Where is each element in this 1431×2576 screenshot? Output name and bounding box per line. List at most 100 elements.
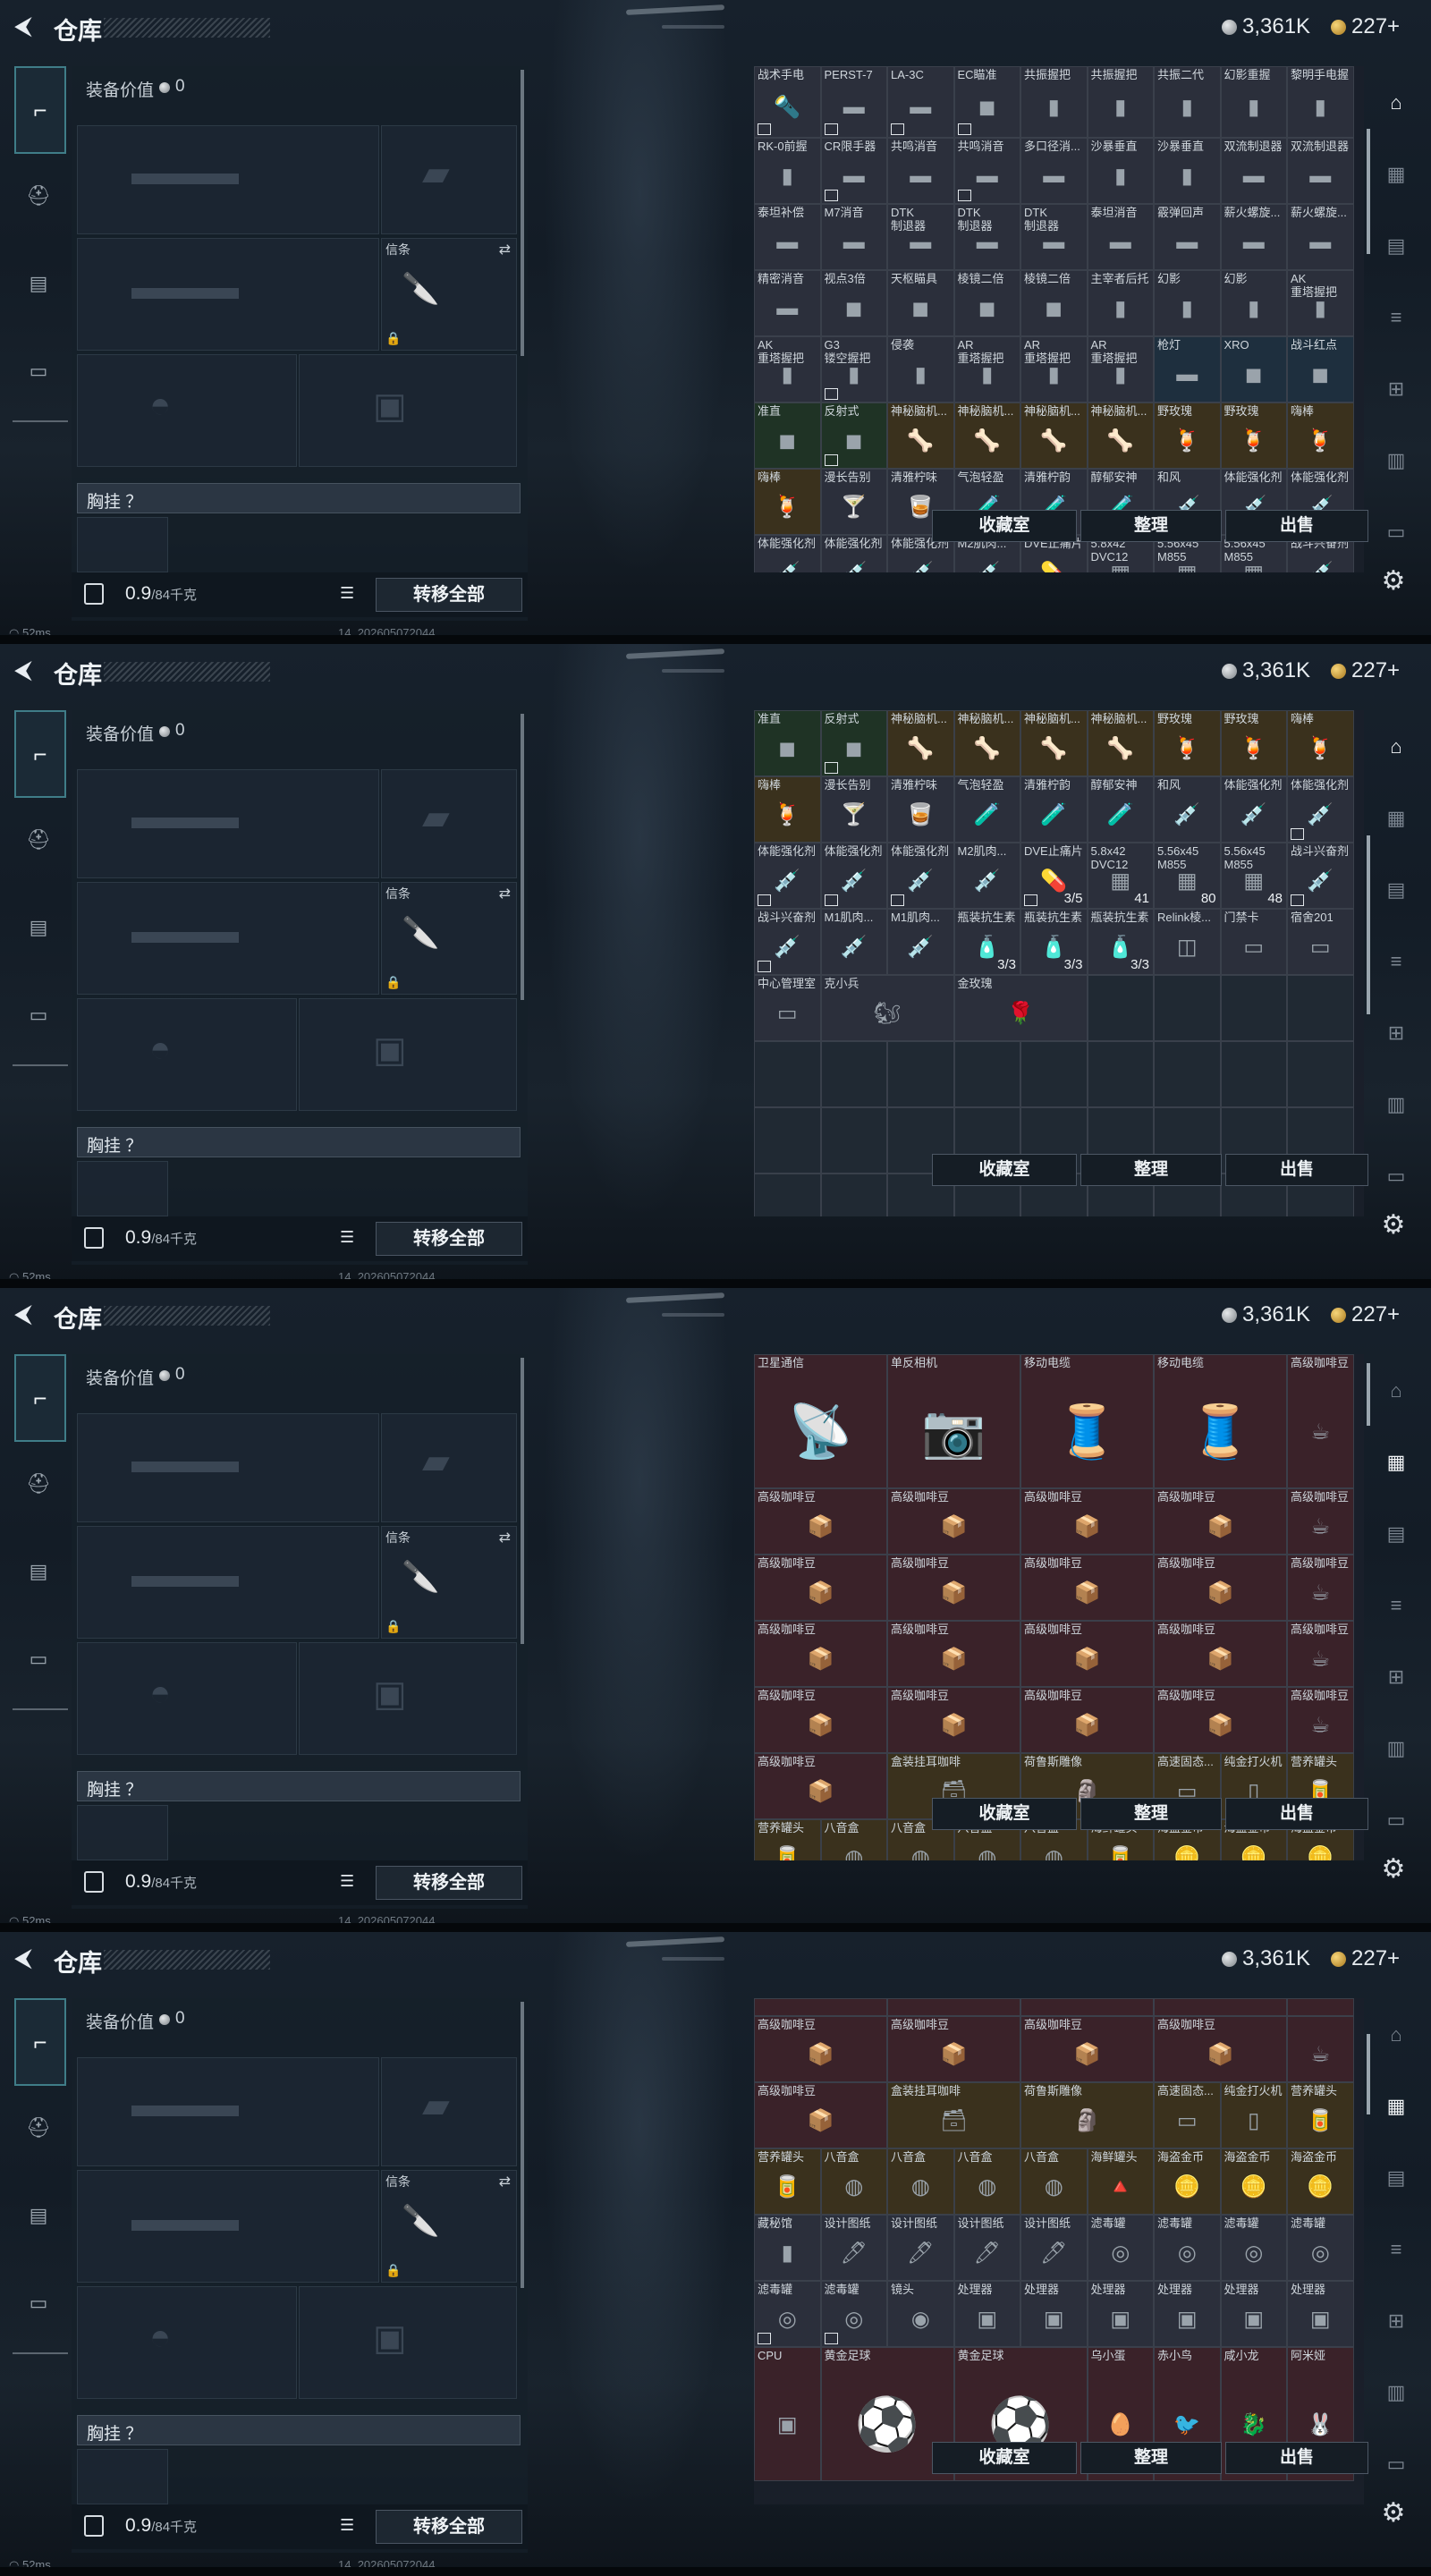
stash-item[interactable]: LA-3C ▬: [887, 66, 954, 138]
stash-item[interactable]: 高级咖啡豆 📦: [754, 2016, 887, 2082]
stash-item[interactable]: 5.8x42 DVC12 ▦ 41: [1087, 843, 1154, 909]
empty-stash-cell[interactable]: [1154, 975, 1221, 1041]
list-icon[interactable]: ☰: [340, 2517, 360, 2533]
sort-button[interactable]: 整理: [1080, 1154, 1222, 1186]
stash-item[interactable]: 气泡轻盈 🧪: [953, 776, 1020, 843]
stash-item[interactable]: 高级咖啡豆 📦: [1020, 2016, 1154, 2082]
stash-item[interactable]: 神秘脑机... 🦴: [1020, 710, 1088, 776]
gold-currency[interactable]: 227+: [1331, 658, 1400, 683]
stash-item[interactable]: 海盗金币 🪙: [1220, 2148, 1287, 2215]
stash-item[interactable]: 5.56x45 M855 ▦ 48: [1220, 843, 1287, 909]
back-arrow-icon[interactable]: ⮜: [14, 1945, 39, 1971]
primary-weapon-slot[interactable]: ▬▬▬: [77, 1413, 379, 1522]
stash-item[interactable]: 中心管理室 ▭: [754, 975, 821, 1041]
melee-slot[interactable]: 信条 ⇄ 🔪 🔒: [381, 882, 517, 995]
home-icon[interactable]: ⌂: [1376, 2016, 1417, 2054]
stash-item[interactable]: 营养罐头 🥫: [754, 1819, 821, 1860]
back-arrow-icon[interactable]: ⮜: [14, 1301, 39, 1327]
stash-item[interactable]: 设计图纸 🖊: [820, 2215, 887, 2281]
empty-stash-cell[interactable]: [754, 1174, 821, 1216]
stash-item[interactable]: 高级咖啡豆 📦: [1020, 1621, 1154, 1687]
stash-item[interactable]: Relink棱... ◫: [1154, 909, 1221, 975]
stash-item[interactable]: 高速固态... ▭: [1154, 2082, 1221, 2148]
stash-item[interactable]: 金玫瑰 🌹: [953, 975, 1088, 1041]
stash-item[interactable]: 泰坦消音 ▬: [1087, 204, 1154, 270]
stash-item[interactable]: 处理器 ▣: [1087, 2281, 1154, 2347]
card-icon[interactable]: ▭: [1376, 513, 1417, 551]
stash-item[interactable]: 单反相机 📷: [887, 1354, 1020, 1488]
stash-item[interactable]: 高级咖啡豆 ☕: [1287, 1687, 1354, 1753]
empty-stash-cell[interactable]: [887, 1041, 954, 1107]
stash-item[interactable]: 高级咖啡豆 ☕: [1287, 1354, 1354, 1488]
stash-item[interactable]: 战斗兴奋剂 💉: [754, 909, 821, 975]
swap-icon[interactable]: ⇄: [499, 885, 511, 902]
gold-currency[interactable]: 227+: [1331, 1946, 1400, 1971]
silver-currency[interactable]: 3,361K: [1222, 1946, 1310, 1971]
stash-item[interactable]: 处理器 ▣: [1287, 2281, 1354, 2347]
list-icon[interactable]: ☰: [340, 1229, 360, 1245]
transfer-all-button[interactable]: 转移全部: [376, 1866, 522, 1900]
pistol-slot[interactable]: ▰: [381, 2057, 517, 2166]
stash-item[interactable]: 体能强化剂 💉: [1220, 776, 1287, 843]
empty-stash-cell[interactable]: [953, 1041, 1020, 1107]
armor-slot[interactable]: ▣: [299, 1642, 517, 1755]
stash-item[interactable]: 体能强化剂 💉: [887, 843, 954, 909]
stash-item[interactable]: 神秘脑机... 🦴: [1087, 710, 1154, 776]
stash-item[interactable]: 营养罐头 🥫: [1287, 2082, 1354, 2148]
stash-item[interactable]: 双流制退器 ▬: [1287, 138, 1354, 204]
plus-box-icon[interactable]: ⊞: [1376, 1658, 1417, 1696]
chest-rig-slot[interactable]: 胸挂 ？: [77, 1127, 521, 1157]
stash-item[interactable]: M7消音 ▬: [820, 204, 887, 270]
transfer-all-button[interactable]: 转移全部: [376, 1222, 522, 1256]
stash-item[interactable]: DVE止痛片 💊 3/5: [1020, 843, 1088, 909]
collection-room-button[interactable]: 收藏室: [932, 510, 1077, 542]
stash-item[interactable]: 高级咖啡豆 📦: [1154, 1555, 1287, 1621]
empty-stash-cell[interactable]: [820, 1107, 887, 1174]
stash-item[interactable]: 高级咖啡豆 📦: [754, 2082, 887, 2148]
empty-stash-cell[interactable]: [754, 1041, 821, 1107]
primary-weapon-slot[interactable]: ▬▬▬: [77, 125, 379, 234]
stash-item[interactable]: 棱镜二倍 ◼: [1020, 270, 1088, 336]
empty-stash-cell[interactable]: [1220, 1041, 1287, 1107]
stash-item[interactable]: 神秘脑机... 🦴: [887, 710, 954, 776]
stash-item[interactable]: 滤毒罐 ◎: [1087, 2215, 1154, 2281]
bag-icon[interactable]: ▤: [20, 265, 57, 302]
stash-item[interactable]: EC瞄准 ◼: [953, 66, 1020, 138]
empty-stash-cell[interactable]: [1154, 1041, 1221, 1107]
gold-currency[interactable]: 227+: [1331, 14, 1400, 39]
stash-item[interactable]: 移动电缆 🧵: [1020, 1354, 1154, 1488]
stash-item[interactable]: 盒装挂耳咖啡 🗃: [887, 2082, 1020, 2148]
helmet-slot[interactable]: ◓: [77, 1642, 297, 1755]
silver-currency[interactable]: 3,361K: [1222, 658, 1310, 683]
stash-item[interactable]: 神秘脑机... 🦴: [1020, 402, 1088, 469]
stash-item[interactable]: DTK 制退器 ▬: [887, 204, 954, 270]
stash-item[interactable]: 嗨棒 🍹: [1287, 710, 1354, 776]
stash-item[interactable]: 高级咖啡豆 📦: [1154, 1488, 1287, 1555]
silver-currency[interactable]: 3,361K: [1222, 1302, 1310, 1327]
stack-icon[interactable]: ≡: [1376, 1587, 1417, 1624]
stash-item[interactable]: 荷鲁斯雕像 🗿: [1020, 2082, 1154, 2148]
stash-item[interactable]: 克小兵 🐿: [820, 975, 954, 1041]
stash-item[interactable]: 野玫瑰 🍹: [1154, 402, 1221, 469]
helmet-slot[interactable]: ◓: [77, 2286, 297, 2399]
armor-slot[interactable]: ▣: [299, 354, 517, 467]
stash-item[interactable]: 高级咖啡豆 📦: [887, 1488, 1020, 1555]
item-icon[interactable]: ▦: [1376, 1444, 1417, 1481]
stash-item[interactable]: 高级咖啡豆 📦: [754, 1687, 887, 1753]
stash-item[interactable]: 藏秘馆 ▮: [754, 2215, 821, 2281]
bag-icon[interactable]: ▤: [20, 1553, 57, 1590]
stash-item[interactable]: 清雅柠韵 🧪: [1020, 776, 1088, 843]
stash-item[interactable]: 沙暴垂直 ▮: [1087, 138, 1154, 204]
secondary-weapon-slot[interactable]: ▬▬▬: [77, 238, 379, 351]
helmet-slot[interactable]: ◓: [77, 354, 297, 467]
stash-item[interactable]: 准直 ◼: [754, 710, 821, 776]
stash-item[interactable]: 八音盒 ◍: [953, 2148, 1020, 2215]
stash-item[interactable]: 高级咖啡豆 ☕: [1287, 1555, 1354, 1621]
collection-room-button[interactable]: 收藏室: [932, 1798, 1077, 1830]
stash-item[interactable]: 高级咖啡豆 📦: [754, 1555, 887, 1621]
stash-item[interactable]: AR 重塔握把 ▮: [1087, 336, 1154, 402]
item-icon[interactable]: ▦: [1376, 2088, 1417, 2125]
stash-item[interactable]: 滤毒罐 ◎: [1220, 2215, 1287, 2281]
stash-item[interactable]: 移动电缆 🧵: [1154, 1354, 1287, 1488]
stash-item[interactable]: 高级咖啡豆 📦: [754, 1621, 887, 1687]
